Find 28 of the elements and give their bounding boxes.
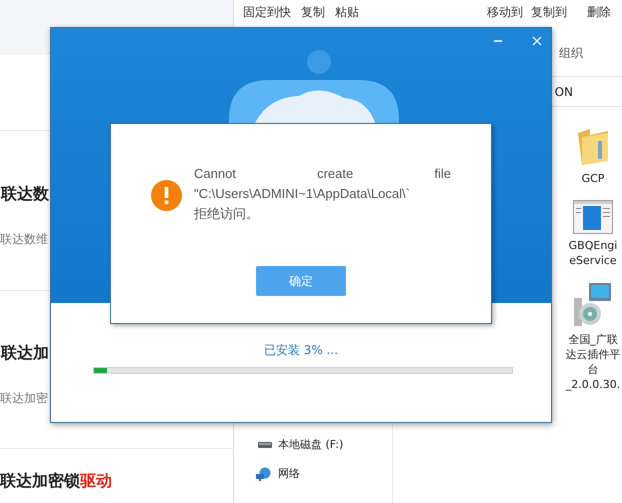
ribbon-button[interactable]: 固定到快 xyxy=(242,4,292,21)
section-heading: 联达数 xyxy=(0,184,49,204)
network-icon xyxy=(256,466,272,480)
close-icon xyxy=(532,36,542,46)
minimize-icon xyxy=(494,40,502,42)
install-status: 已安装 3% ... xyxy=(262,342,340,359)
section-subtitle: 联达加密 xyxy=(0,390,48,406)
nav-item[interactable]: 网络 xyxy=(234,466,392,481)
file-item[interactable]: GCP xyxy=(563,127,622,186)
ribbon-button[interactable]: 粘贴 xyxy=(334,4,360,21)
drive-icon xyxy=(258,440,272,448)
warning-icon xyxy=(151,180,182,210)
file-item[interactable]: GBQEngi eService xyxy=(563,200,622,268)
section-heading: 联达加 xyxy=(0,342,49,364)
error-message: Cannot create file "C:\Users\ADMINI~1\AppData\Local\` 拒绝访问。 xyxy=(194,165,451,223)
folder-icon xyxy=(576,127,610,167)
ribbon-button[interactable]: 复制 xyxy=(300,4,326,21)
ribbon-button[interactable]: 复制到 xyxy=(530,4,568,21)
ribbon-button[interactable]: 删除 xyxy=(586,4,612,21)
ribbon-group-label: 组织 xyxy=(559,44,583,62)
installer-icon xyxy=(573,282,613,328)
ribbon-button[interactable]: 移动到 xyxy=(486,4,524,21)
address-text: ON xyxy=(554,84,573,98)
nav-item[interactable]: 本地磁盘 (F:) xyxy=(234,437,392,452)
bubble-icon xyxy=(307,50,331,74)
file-item[interactable]: 全国_广联 达云插件平 台 _2.0.0.30. xyxy=(563,282,622,392)
section-subtitle: 联达数维 xyxy=(0,230,48,248)
app-window-icon xyxy=(573,200,613,234)
